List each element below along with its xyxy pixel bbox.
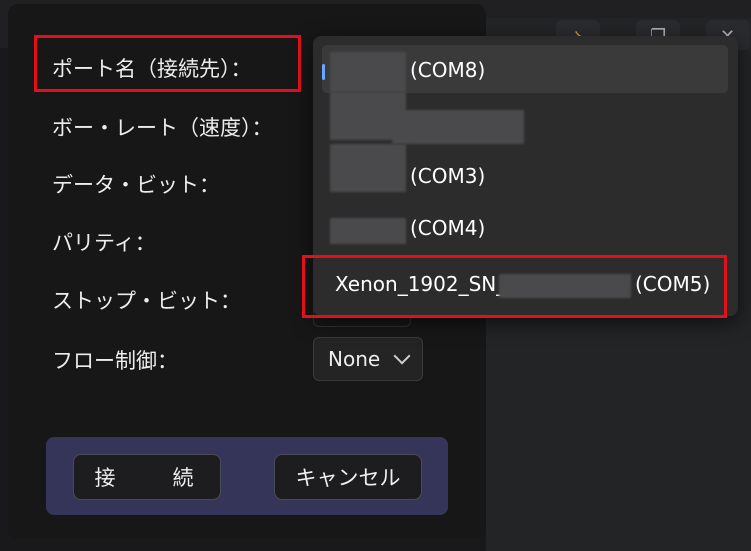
redacted-text (392, 110, 524, 144)
flow-control-value: None (328, 347, 381, 371)
redacted-text (330, 52, 406, 92)
redacted-text (330, 218, 406, 244)
port-option-com4[interactable]: (COM4) (313, 196, 738, 244)
port-option-label: Xenon_1902_SN_ (335, 272, 507, 296)
data-bits-label: データ・ビット： (52, 173, 220, 197)
redacted-text (499, 274, 631, 298)
flow-control-select[interactable]: None (313, 337, 423, 381)
flow-control-label: フロー制御： (52, 349, 178, 373)
port-option-redacted[interactable] (313, 88, 738, 144)
baud-rate-label: ボー・レート（速度）： (52, 116, 273, 140)
port-option-label: (COM3) (410, 164, 486, 188)
parity-label: パリティ： (52, 231, 156, 255)
port-option-label: (COM4) (410, 216, 486, 240)
port-option-com8[interactable]: (COM8) (313, 36, 738, 93)
cancel-button[interactable]: キャンセル (274, 454, 422, 500)
stop-bits-label: ストップ・ビット： (52, 289, 241, 313)
selection-indicator (322, 64, 325, 80)
port-option-com3[interactable]: (COM3) (313, 144, 738, 192)
port-option-com5[interactable]: Xenon_1902_SN_ (COM5) (313, 262, 738, 310)
port-option-label: (COM8) (410, 58, 486, 82)
chevron-down-icon (393, 347, 411, 365)
port-label: ポート名（接続先）： (52, 57, 252, 81)
redacted-text (330, 144, 406, 192)
port-option-label: (COM5) (635, 272, 711, 296)
connect-button[interactable]: 接 続 (73, 454, 221, 500)
port-dropdown-list: (COM8) (COM3) (COM4) Xenon_1902_SN_ (COM… (313, 36, 738, 316)
